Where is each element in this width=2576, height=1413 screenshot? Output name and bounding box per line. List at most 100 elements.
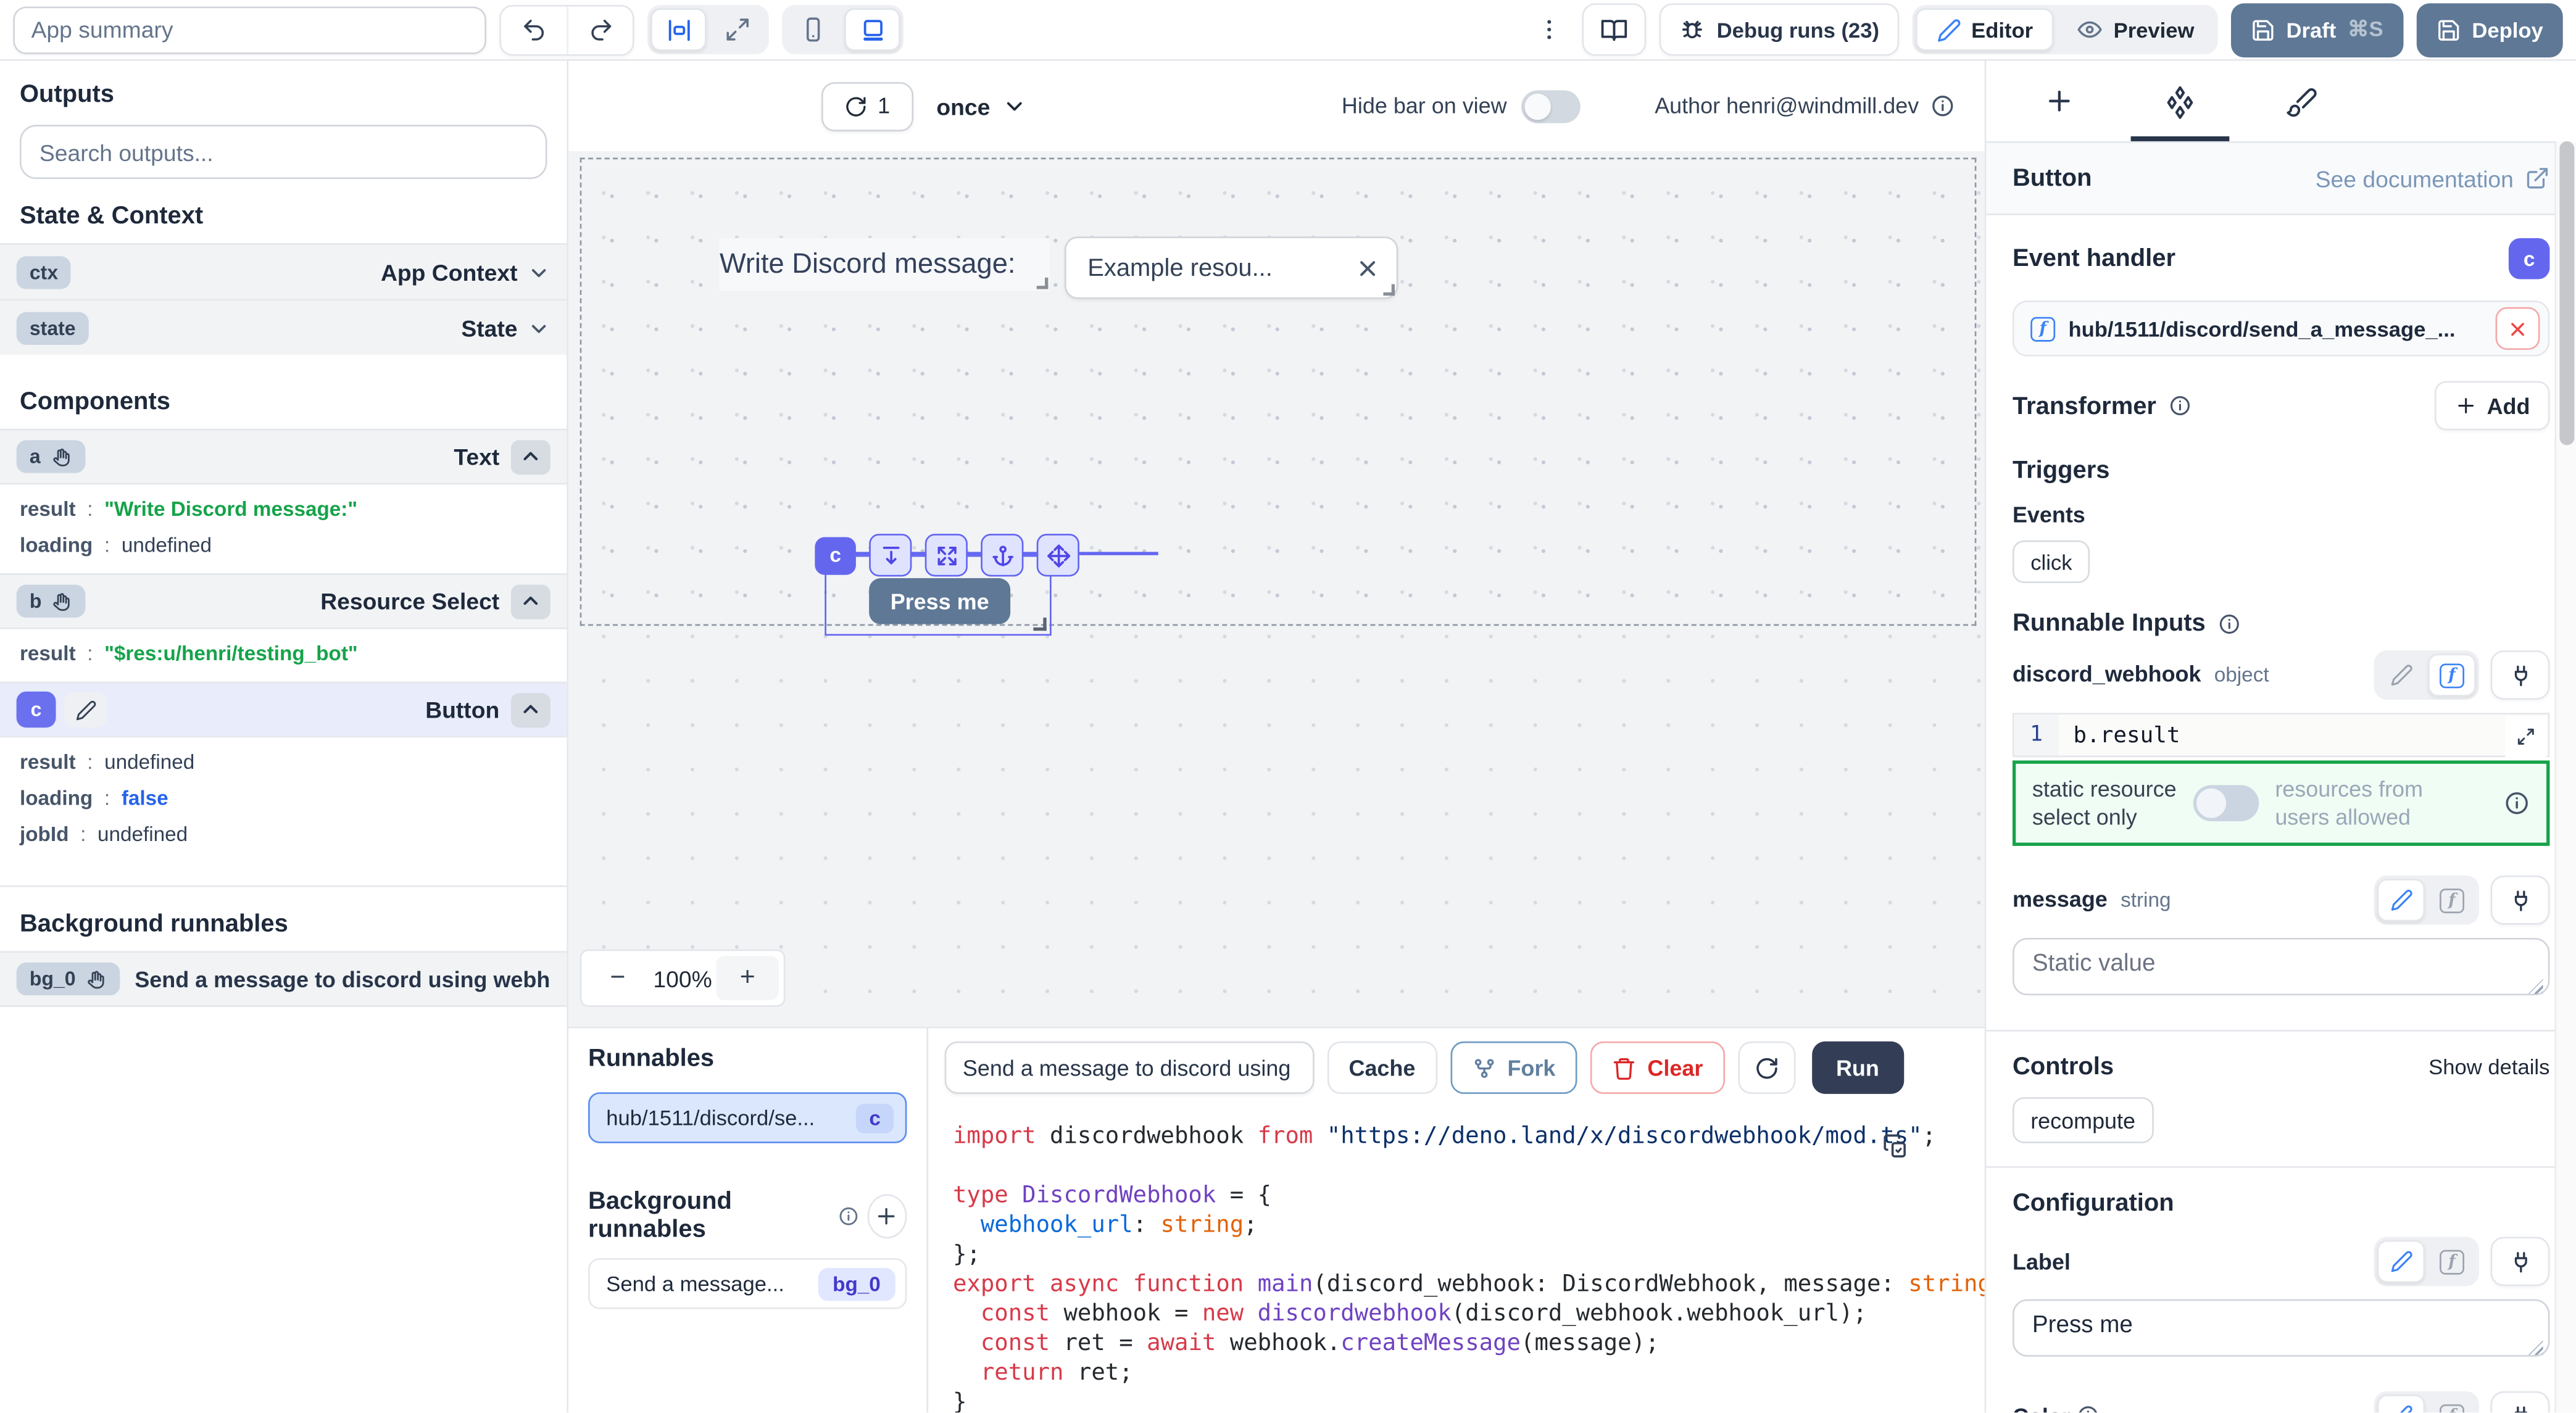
info-icon[interactable]: [2077, 1404, 2100, 1413]
connect-button[interactable]: [2491, 1237, 2550, 1286]
tab-preview[interactable]: Preview: [2058, 8, 2214, 51]
info-icon[interactable]: [1930, 94, 1955, 118]
info-icon[interactable]: [2217, 612, 2240, 635]
runnable-name-input[interactable]: [945, 1042, 1315, 1094]
more-menu-button[interactable]: [1536, 17, 1563, 43]
fullscreen-toggle[interactable]: [710, 8, 766, 51]
copy-code-button[interactable]: [1883, 1133, 1909, 1160]
component-row-c[interactable]: cButton: [0, 682, 567, 736]
center-align-toggle[interactable]: [650, 8, 707, 51]
collapse-button[interactable]: [511, 439, 551, 474]
search-outputs-input[interactable]: [20, 125, 547, 179]
code-editor[interactable]: import discordwebhook from "https://deno…: [928, 1107, 1985, 1412]
resource-mode-toggle[interactable]: [2193, 785, 2258, 821]
dock-down-button[interactable]: [869, 534, 912, 576]
collapse-button[interactable]: [511, 584, 551, 618]
expr-mode-button[interactable]: [2428, 653, 2475, 696]
app-summary-input[interactable]: [13, 6, 486, 53]
fork-button[interactable]: Fork: [1450, 1042, 1577, 1094]
clear-select-icon[interactable]: [1355, 255, 1380, 280]
mobile-view-button[interactable]: [785, 8, 841, 51]
prop-row[interactable]: result:"$res:u/henri/testing_bot": [0, 636, 567, 672]
prop-row[interactable]: jobId:undefined: [0, 816, 567, 853]
selected-runnable-item[interactable]: hub/1511/discord/se... c: [588, 1092, 907, 1143]
undo-button[interactable]: [501, 6, 567, 53]
resource-select-component[interactable]: Example resou...: [1065, 236, 1398, 299]
cache-button[interactable]: Cache: [1327, 1042, 1437, 1094]
event-chip-click[interactable]: click: [2013, 541, 2090, 583]
static-mode-button[interactable]: [2377, 653, 2425, 696]
deploy-button[interactable]: Deploy: [2416, 2, 2563, 57]
collapse-button[interactable]: [511, 692, 551, 727]
component-row-b[interactable]: bResource Select: [0, 573, 567, 628]
event-handler-runnable[interactable]: hub/1511/discord/send_a_message_...: [2013, 300, 2549, 357]
static-mode-button[interactable]: [2377, 1394, 2425, 1412]
expr-value[interactable]: b.result: [2058, 715, 2548, 756]
zoom-out-button[interactable]: −: [586, 956, 649, 1000]
tab-component-settings[interactable]: [2144, 60, 2216, 141]
docs-button[interactable]: [1582, 3, 1646, 56]
prop-row[interactable]: loading:false: [0, 780, 567, 816]
selected-button-component[interactable]: c Press me: [825, 555, 1051, 636]
draft-button[interactable]: Draft ⌘S: [2230, 2, 2403, 57]
pencil-icon: [2390, 1250, 2412, 1273]
prop-row[interactable]: loading:undefined: [0, 527, 567, 563]
run-button[interactable]: Run: [1811, 1042, 1904, 1094]
tab-insert-component[interactable]: [2022, 60, 2095, 141]
expand-component-button[interactable]: [925, 534, 968, 576]
configuration-title: Configuration: [2013, 1189, 2549, 1217]
ctx-row[interactable]: ctx App Context: [0, 243, 567, 299]
scrollbar-thumb[interactable]: [2559, 141, 2574, 445]
message-static-input[interactable]: [2013, 938, 2549, 995]
static-mode-button[interactable]: [2377, 1240, 2425, 1283]
see-documentation-link[interactable]: See documentation: [2316, 165, 2550, 192]
expr-mode-button[interactable]: [2428, 1240, 2475, 1283]
show-details-link[interactable]: Show details: [2429, 1055, 2549, 1079]
prop-row[interactable]: result:"Write Discord message:": [0, 491, 567, 528]
resize-handle[interactable]: [1037, 278, 1049, 289]
label-static-input[interactable]: Press me: [2013, 1299, 2549, 1357]
prop-row[interactable]: result:undefined: [0, 744, 567, 781]
app-canvas[interactable]: Write Discord message: Example resou... …: [568, 151, 1985, 1027]
clear-button[interactable]: Clear: [1590, 1042, 1724, 1094]
text-component[interactable]: Write Discord message:: [720, 238, 1050, 291]
info-icon[interactable]: [2168, 394, 2191, 417]
bg-runnable-label: Send a message...: [606, 1271, 784, 1296]
bg-runnable-row[interactable]: bg_0 Send a message to discord using web…: [0, 951, 567, 1007]
tab-styling[interactable]: [2266, 60, 2338, 141]
hide-bar-toggle[interactable]: [1522, 89, 1581, 122]
resize-handle[interactable]: [1033, 618, 1046, 631]
expr-editor[interactable]: 1 b.result: [2013, 713, 2549, 757]
bg-runnable-item[interactable]: Send a message... bg_0: [588, 1258, 907, 1309]
expand-editor-button[interactable]: [2506, 716, 2547, 758]
static-mode-button[interactable]: [2377, 879, 2425, 921]
expr-mode-button[interactable]: [2428, 879, 2475, 921]
info-icon[interactable]: [837, 1205, 858, 1227]
redo-button[interactable]: [567, 6, 632, 53]
connect-button[interactable]: [2491, 650, 2550, 700]
move-button[interactable]: [1037, 534, 1079, 576]
resize-handle[interactable]: [1383, 284, 1395, 296]
canvas-grid-root[interactable]: Write Discord message: Example resou... …: [580, 158, 1977, 626]
runnables-title: Runnables: [588, 1045, 907, 1072]
expr-mode-button[interactable]: [2428, 1394, 2475, 1412]
zoom-in-button[interactable]: +: [717, 956, 779, 1000]
component-row-a[interactable]: aText: [0, 429, 567, 483]
refresh-code-button[interactable]: [1737, 1042, 1795, 1094]
desktop-view-button[interactable]: [844, 8, 900, 51]
tab-editor[interactable]: Editor: [1916, 8, 2055, 51]
info-icon[interactable]: [2504, 790, 2530, 816]
press-me-button[interactable]: Press me: [869, 578, 1010, 624]
connect-button[interactable]: [2491, 1391, 2550, 1413]
add-transformer-button[interactable]: Add: [2434, 381, 2549, 431]
remove-runnable-button[interactable]: [2496, 307, 2540, 350]
refresh-count-button[interactable]: 1: [821, 81, 913, 131]
connect-button[interactable]: [2491, 876, 2550, 925]
recompute-mode-dropdown[interactable]: once: [936, 93, 1026, 119]
anchor-button[interactable]: [981, 534, 1023, 576]
scrollbar[interactable]: [2554, 141, 2576, 1412]
debug-runs-button[interactable]: Debug runs (23): [1659, 3, 1899, 56]
add-bg-runnable-button[interactable]: [866, 1193, 907, 1238]
state-row[interactable]: state State: [0, 299, 567, 355]
control-chip-recompute[interactable]: recompute: [2013, 1097, 2153, 1143]
